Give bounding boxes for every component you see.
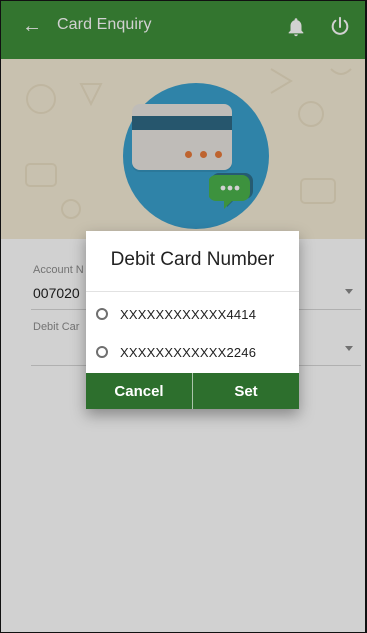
card-option-label: XXXXXXXXXXXX4414 xyxy=(120,306,257,322)
radio-button[interactable] xyxy=(96,308,108,320)
set-button[interactable]: Set xyxy=(193,373,299,409)
dialog-title: Debit Card Number xyxy=(110,249,275,270)
dialog-divider xyxy=(86,291,299,292)
card-option-label: XXXXXXXXXXXX2246 xyxy=(120,344,257,360)
dialog-actions: Cancel Set xyxy=(86,373,299,409)
debit-card-number-dialog: Debit Card Number XXXXXXXXXXXX4414 XXXXX… xyxy=(86,231,299,409)
card-option[interactable]: XXXXXXXXXXXX2246 xyxy=(96,340,291,364)
radio-button[interactable] xyxy=(96,346,108,358)
cancel-button[interactable]: Cancel xyxy=(86,373,192,409)
card-option[interactable]: XXXXXXXXXXXX4414 xyxy=(96,302,291,326)
phone-screen: ← Card Enquiry Account N 007020 Debit Ca… xyxy=(0,0,367,633)
